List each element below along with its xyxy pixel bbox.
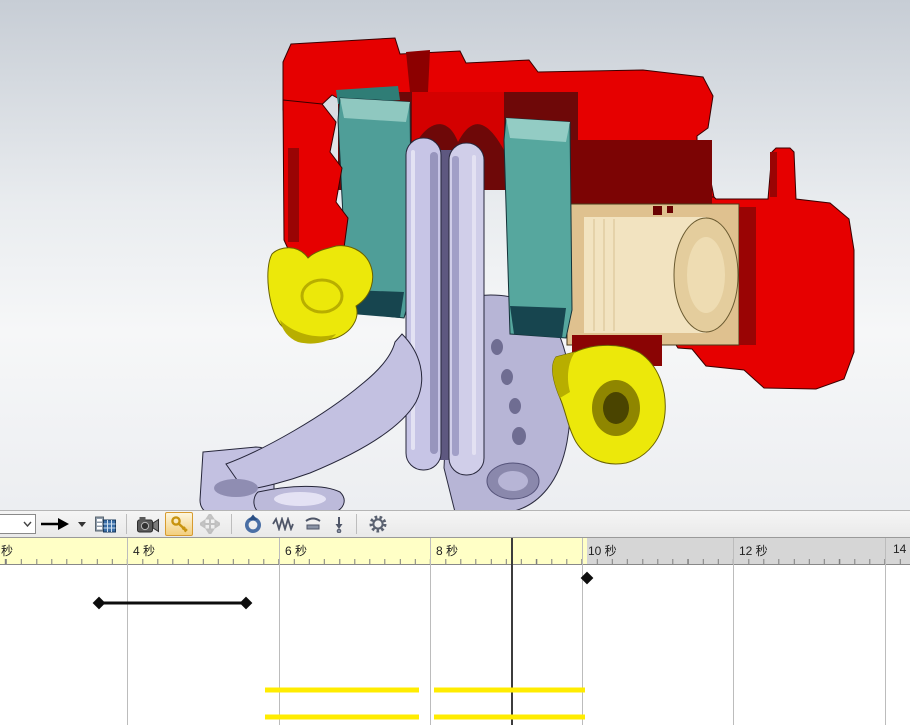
- change-bar: [434, 687, 585, 693]
- ruler-ticks: [0, 559, 910, 564]
- ruler-time-label: 6 秒: [285, 544, 308, 558]
- autokey-icon[interactable]: [165, 512, 193, 536]
- duration-key-point[interactable]: [92, 596, 106, 610]
- timeline-body[interactable]: [0, 565, 910, 725]
- toolbar-separator: [231, 514, 232, 534]
- timeline-ruler[interactable]: 秒 4 秒 6 秒 8 秒 10 秒 12 秒 14: [0, 538, 910, 565]
- toolbar-separator: [126, 514, 127, 534]
- contact-icon[interactable]: [300, 512, 326, 536]
- play-options-dropdown-icon[interactable]: [76, 512, 88, 536]
- duration-bar[interactable]: [99, 601, 246, 605]
- ruler-time-label: 4 秒: [133, 544, 156, 558]
- save-animation-icon[interactable]: [135, 512, 161, 536]
- timeline-gridline: [430, 538, 431, 725]
- ruler-time-label: 10 秒: [588, 544, 617, 558]
- timeline: 秒 4 秒 6 秒 8 秒 10 秒 12 秒 14: [0, 538, 910, 725]
- change-bar: [265, 687, 419, 693]
- add-key-icon[interactable]: [197, 512, 223, 536]
- change-bar: [265, 714, 419, 720]
- timeline-gridline: [733, 538, 734, 725]
- timeline-gridline: [582, 538, 583, 725]
- cad-model[interactable]: [0, 0, 910, 510]
- ruler-time-label: 14: [893, 542, 907, 556]
- timeline-playhead[interactable]: [511, 538, 513, 725]
- 3d-viewport[interactable]: [0, 0, 910, 510]
- ruler-time-label: 秒: [1, 544, 14, 558]
- chevron-down-icon: [23, 521, 32, 527]
- motor-icon[interactable]: [240, 512, 266, 536]
- spring-icon[interactable]: [270, 512, 296, 536]
- timeline-gridline: [885, 538, 886, 725]
- timeline-gridline: [127, 538, 128, 725]
- ruler-time-label: 8 秒: [436, 544, 459, 558]
- motion-study-properties-icon[interactable]: [365, 512, 391, 536]
- ruler-time-label: 12 秒: [739, 544, 768, 558]
- play-from-start-icon[interactable]: [38, 512, 72, 536]
- timeline-gridline: [279, 538, 280, 725]
- calculate-icon[interactable]: [92, 512, 118, 536]
- duration-key-point[interactable]: [239, 596, 253, 610]
- toolbar-separator: [356, 514, 357, 534]
- motion-toolbar: [0, 510, 910, 538]
- timeline-scale-combobox[interactable]: [0, 514, 36, 534]
- gravity-icon[interactable]: [330, 512, 348, 536]
- change-bar: [434, 714, 585, 720]
